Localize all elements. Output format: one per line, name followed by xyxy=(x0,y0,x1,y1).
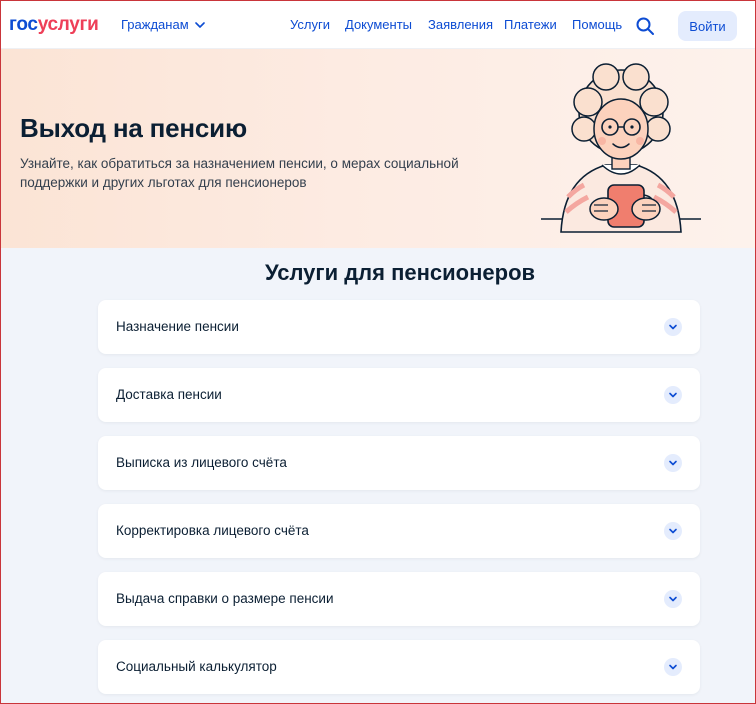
login-button[interactable]: Войти xyxy=(678,11,737,41)
gosuslugi-logo[interactable]: госуслуги xyxy=(9,14,99,36)
service-item-label: Доставка пенсии xyxy=(116,387,222,402)
nav-item-payments[interactable]: Платежи xyxy=(504,17,557,32)
service-item-label: Корректировка лицевого счёта xyxy=(116,523,309,538)
nav-item-help[interactable]: Помощь xyxy=(572,17,622,32)
chevron-down-icon xyxy=(664,590,682,608)
nav-item-services[interactable]: Услуги xyxy=(290,17,330,32)
audience-label: Гражданам xyxy=(121,17,189,32)
page-description: Узнайте, как обратиться за назначением п… xyxy=(20,156,459,190)
search-icon[interactable] xyxy=(635,16,655,36)
logo-part-uslugi: услуги xyxy=(37,14,99,35)
grandma-illustration xyxy=(541,63,701,233)
service-item[interactable]: Выдача справки о размере пенсии xyxy=(98,572,700,626)
hero-banner: Выход на пенсию Узнайте, как обратиться … xyxy=(1,49,755,248)
page-title: Выход на пенсию xyxy=(20,113,247,143)
site-header: госуслуги Гражданам Услуги Документы Зая… xyxy=(1,1,755,49)
chevron-down-icon xyxy=(664,522,682,540)
chevron-down-icon xyxy=(664,386,682,404)
audience-dropdown[interactable]: Гражданам xyxy=(121,17,205,32)
service-item-label: Выдача справки о размере пенсии xyxy=(116,591,334,606)
service-item[interactable]: Назначение пенсии xyxy=(98,300,700,354)
section-title: Услуги для пенсионеров xyxy=(264,260,536,285)
nav-item-documents[interactable]: Документы xyxy=(345,17,412,32)
service-item[interactable]: Корректировка лицевого счёта xyxy=(98,504,700,558)
chevron-down-icon xyxy=(664,318,682,336)
service-item-label: Социальный калькулятор xyxy=(116,659,277,674)
service-item[interactable]: Социальный калькулятор xyxy=(98,640,700,694)
service-item-label: Выписка из лицевого счёта xyxy=(116,455,287,470)
service-item[interactable]: Доставка пенсии xyxy=(98,368,700,422)
chevron-down-icon xyxy=(664,658,682,676)
nav-item-applications[interactable]: Заявления xyxy=(428,17,493,32)
chevron-down-icon xyxy=(194,21,205,28)
chevron-down-icon xyxy=(664,454,682,472)
service-item[interactable]: Выписка из лицевого счёта xyxy=(98,436,700,490)
service-item-label: Назначение пенсии xyxy=(116,319,239,334)
logo-part-gos: гос xyxy=(9,14,38,35)
